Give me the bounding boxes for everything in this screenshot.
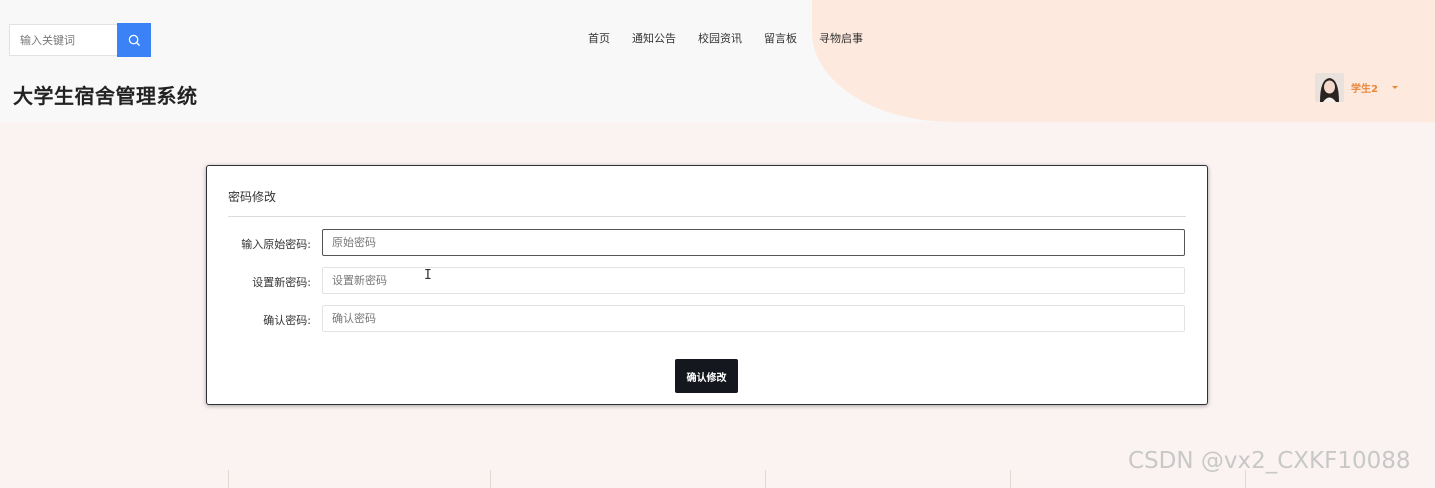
nav-campus-news[interactable]: 校园资讯 xyxy=(687,30,753,46)
password-change-panel: 密码修改 输入原始密码: 设置新密码: 确认密码: 确认修改 xyxy=(206,165,1208,405)
search-bar xyxy=(9,23,151,57)
avatar xyxy=(1315,73,1344,102)
confirm-change-button[interactable]: 确认修改 xyxy=(675,359,738,393)
new-password-label: 设置新密码: xyxy=(252,276,311,289)
confirm-password-field[interactable] xyxy=(322,305,1185,332)
header xyxy=(0,0,1435,122)
decoration xyxy=(228,470,229,488)
decoration xyxy=(1010,470,1011,488)
nav-home[interactable]: 首页 xyxy=(577,30,621,46)
main-nav: 首页 通知公告 校园资讯 留言板 寻物启事 xyxy=(577,30,874,46)
search-icon xyxy=(128,34,140,46)
form-row-old-password: 输入原始密码: xyxy=(207,229,1207,257)
nav-lost-found[interactable]: 寻物启事 xyxy=(808,30,874,46)
text-cursor-icon: I xyxy=(424,268,432,283)
nav-message-board[interactable]: 留言板 xyxy=(753,30,808,46)
old-password-field[interactable] xyxy=(322,229,1185,256)
confirm-password-label: 确认密码: xyxy=(263,314,311,327)
old-password-label: 输入原始密码: xyxy=(241,238,311,251)
panel-title: 密码修改 xyxy=(228,190,277,204)
chevron-down-icon xyxy=(1391,86,1398,89)
new-password-field[interactable] xyxy=(322,267,1185,294)
form-row-new-password: 设置新密码: xyxy=(207,267,1207,295)
divider xyxy=(228,216,1186,217)
header-decoration xyxy=(812,0,1435,122)
decoration xyxy=(490,470,491,488)
user-name: 学生2 xyxy=(1351,84,1378,95)
decoration xyxy=(765,470,766,488)
search-button[interactable] xyxy=(117,23,151,57)
site-title: 大学生宿舍管理系统 xyxy=(13,84,198,108)
user-menu[interactable]: 学生2 xyxy=(1315,73,1398,102)
nav-announcements[interactable]: 通知公告 xyxy=(621,30,687,46)
search-input[interactable] xyxy=(9,24,117,56)
form-row-confirm-password: 确认密码: xyxy=(207,305,1207,333)
watermark: CSDN @vx2_CXKF10088 xyxy=(1128,448,1411,474)
